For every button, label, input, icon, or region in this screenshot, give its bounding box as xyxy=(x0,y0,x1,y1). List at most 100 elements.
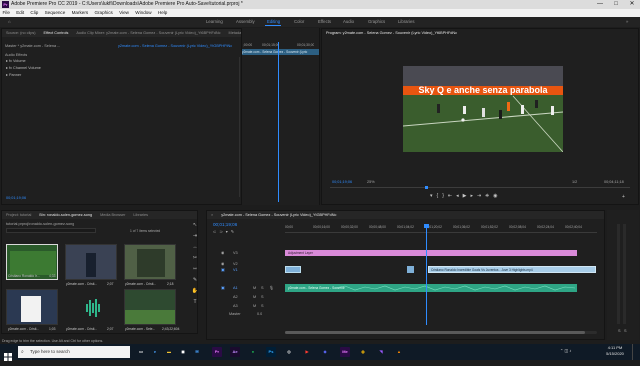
add-button-icon[interactable]: + xyxy=(622,194,625,200)
expand-arrow-icon[interactable]: ▸ fx xyxy=(6,59,13,63)
home-icon[interactable]: ⌂ xyxy=(8,17,11,27)
minimize-button[interactable]: — xyxy=(592,0,608,9)
slip-tool-icon[interactable]: ⇿ xyxy=(191,264,199,275)
program-zoom-select[interactable]: 25% xyxy=(367,179,375,185)
media-encoder-taskbar-icon[interactable]: Me xyxy=(340,347,350,357)
workspace-learning[interactable]: Learning xyxy=(206,17,223,27)
workspace-color[interactable]: Color xyxy=(294,17,304,27)
menu-help[interactable]: Help xyxy=(155,9,169,17)
menu-file[interactable]: File xyxy=(0,9,12,17)
mail-icon[interactable]: ✉ xyxy=(192,347,202,357)
effect-controls-timeline[interactable]: ;00:00 00;01;15;00 00;01;30;00 y2mate.co… xyxy=(242,28,320,205)
photoshop-taskbar-icon[interactable]: Ps xyxy=(266,347,276,357)
workspace-audio[interactable]: Audio xyxy=(343,17,354,27)
meter-solo-left[interactable]: S xyxy=(618,328,621,334)
voiceover-record-icon[interactable]: 🎙 xyxy=(269,285,274,291)
mute-icon[interactable]: M xyxy=(253,303,256,309)
program-timecode[interactable]: 00;01;19;06 xyxy=(332,179,352,185)
source-patch-icon[interactable]: ▣ xyxy=(221,267,225,273)
solo-icon[interactable]: S xyxy=(261,303,264,309)
close-tab-icon[interactable]: × xyxy=(207,211,217,219)
system-tray-icons[interactable]: ⌃ ◫ ♪ xyxy=(560,348,571,353)
solo-icon[interactable]: S xyxy=(261,285,264,291)
effect-row-panner[interactable]: ▸ Panner xyxy=(2,72,240,79)
after-effects-taskbar-icon[interactable]: Ae xyxy=(230,347,240,357)
master-clip-selector[interactable]: Master * y2mate.com - Selena ... xyxy=(5,43,115,49)
hand-tool-icon[interactable]: ✋ xyxy=(191,286,199,297)
twitch-icon[interactable]: ◥ xyxy=(376,347,386,357)
bin-item-thumbnail[interactable] xyxy=(124,289,176,325)
lift-icon[interactable]: ⎈ xyxy=(485,193,493,199)
effect-controls-timecode[interactable]: 00;01;19;06 xyxy=(6,195,26,201)
export-frame-icon[interactable]: ◉ xyxy=(493,193,501,199)
timeline-settings-icon[interactable]: ✎ xyxy=(231,229,237,234)
tab-effect-controls[interactable]: Effect Controls xyxy=(40,29,73,37)
menu-sequence[interactable]: Sequence xyxy=(42,9,68,17)
bin-search-input[interactable] xyxy=(6,228,96,233)
menu-window[interactable]: Window xyxy=(133,9,154,17)
meter-solo-right[interactable]: S xyxy=(624,328,627,334)
adjustment-layer-clip[interactable]: Adjustment Layer xyxy=(285,250,577,256)
mute-icon[interactable]: M xyxy=(253,294,256,300)
menu-view[interactable]: View xyxy=(117,9,132,17)
discord-icon[interactable]: ◆ xyxy=(320,347,330,357)
program-quality-select[interactable]: 1/2 xyxy=(572,179,577,185)
show-desktop-button[interactable] xyxy=(632,344,640,360)
workspace-effects[interactable]: Effects xyxy=(318,17,331,27)
menu-markers[interactable]: Markers xyxy=(69,9,91,17)
solo-icon[interactable]: S xyxy=(261,294,264,300)
app-icon[interactable]: ▶ xyxy=(302,347,312,357)
taskbar-clock[interactable]: 4:11 PM 5/15/2020 xyxy=(600,345,630,357)
program-playhead[interactable] xyxy=(425,186,428,189)
master-volume-value[interactable]: 0.0 xyxy=(257,311,262,317)
expand-arrow-icon[interactable]: ▸ fx xyxy=(6,66,13,70)
file-explorer-icon[interactable]: ▬ xyxy=(164,347,174,357)
timeline-horizontal-scrollbar[interactable] xyxy=(285,331,597,334)
chrome-icon[interactable]: ◍ xyxy=(358,347,368,357)
effect-row-volume[interactable]: ▸ fx Volume xyxy=(2,58,240,65)
type-tool-icon[interactable]: T xyxy=(191,297,199,308)
go-to-out-icon[interactable]: ⇥ xyxy=(477,193,485,199)
maximize-button[interactable]: □ xyxy=(608,0,624,9)
timeline-timecode[interactable]: 00;01;19;06 xyxy=(213,222,237,228)
edge-browser-icon[interactable]: e xyxy=(150,347,160,357)
close-button[interactable]: ✕ xyxy=(624,0,640,9)
premiere-taskbar-icon[interactable]: Pr xyxy=(212,347,222,357)
video-clip-segment[interactable] xyxy=(285,266,301,273)
selection-tool-icon[interactable]: ↖ xyxy=(191,220,199,231)
tab-bin[interactable]: Bin: ronaldo-solen-gomez-song xyxy=(35,211,96,219)
store-icon[interactable]: ◼ xyxy=(178,347,188,357)
sequence-clip-selector[interactable]: y2mate.com - Selena Gomez - Souvenir (Ly… xyxy=(118,43,240,49)
premiere-app-icon[interactable]: Pr xyxy=(2,1,9,8)
obs-icon[interactable]: ◎ xyxy=(284,347,294,357)
razor-tool-icon[interactable]: ✂ xyxy=(191,253,199,264)
track-select-tool-icon[interactable]: ⇥ xyxy=(191,231,199,242)
bin-item-thumbnail[interactable] xyxy=(65,244,117,280)
misc-app-icon[interactable]: ▲ xyxy=(394,347,404,357)
bin-item-thumbnail[interactable] xyxy=(6,289,58,325)
track-header-a3[interactable]: A3 M S xyxy=(221,302,281,311)
bin-item-thumbnail[interactable] xyxy=(124,244,176,280)
track-header-v1[interactable]: ▣ V1 xyxy=(221,266,281,275)
timeline-playhead[interactable] xyxy=(426,225,427,325)
program-scrub-bar[interactable] xyxy=(330,187,630,188)
workspace-assembly[interactable]: Assembly xyxy=(236,17,255,27)
menu-clip[interactable]: Clip xyxy=(28,9,41,17)
track-header-a1[interactable]: ▣ A1 M S 🎙 xyxy=(221,284,281,293)
effect-controls-clip[interactable]: y2mate.com - Selena Gomez - Souvenir (Ly… xyxy=(242,49,319,55)
tab-source[interactable]: Source: (no clips) xyxy=(2,29,40,37)
menu-graphics[interactable]: Graphics xyxy=(92,9,115,17)
program-video-frame[interactable]: Sky Q e anche senza parabola xyxy=(403,66,563,152)
program-monitor-title[interactable]: Program: y2mate.com - Selena Gomez - Sou… xyxy=(322,29,461,37)
audio-clip-souvenir[interactable]: y2mate.com - Selena Gomez - Souvenir xyxy=(285,284,577,292)
mute-icon[interactable]: M xyxy=(253,285,256,291)
workspace-graphics[interactable]: Graphics xyxy=(368,17,385,27)
source-patch-icon[interactable]: ▣ xyxy=(221,285,225,291)
spotify-icon[interactable]: ● xyxy=(248,347,258,357)
tab-sequence[interactable]: y2mate.com - Selena Gomez - Souvenir (Ly… xyxy=(217,211,340,219)
tab-audio-clip-mixer[interactable]: Audio Clip Mixer: y2mate.com - Selena Go… xyxy=(72,29,224,37)
effect-row-channel-volume[interactable]: ▸ fx Channel Volume xyxy=(2,65,240,72)
effect-controls-playhead[interactable] xyxy=(278,42,279,202)
workspace-libraries[interactable]: Libraries xyxy=(398,17,414,27)
tab-media-browser[interactable]: Media Browser xyxy=(96,211,129,219)
